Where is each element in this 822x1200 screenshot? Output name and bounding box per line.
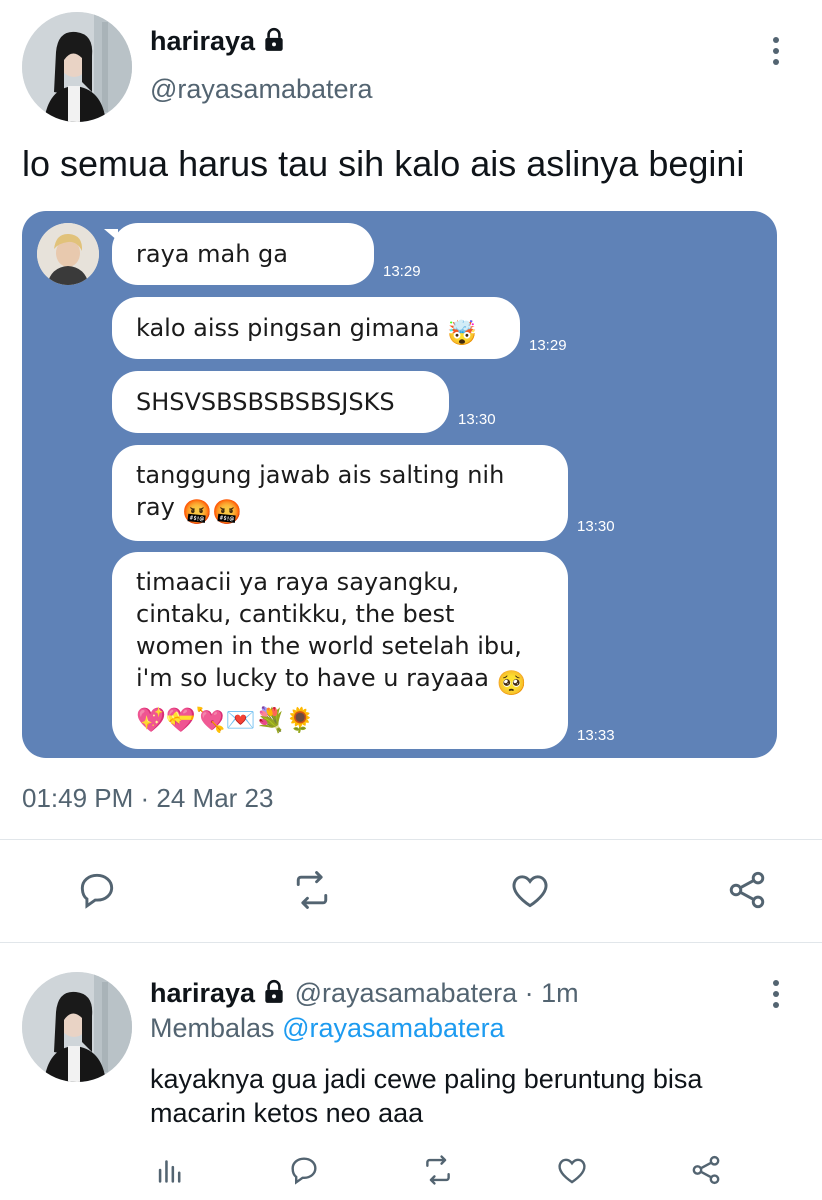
replying-to: Membalas @rayasamabatera [150,1013,505,1044]
message-text-line: timaacii ya raya sayangku, [136,568,460,596]
like-icon [558,1158,586,1184]
lock-icon [265,979,283,1003]
divider [0,839,822,840]
exploding-head-emoji: 🤯 [447,319,478,347]
display-name[interactable]: hariraya [150,26,287,57]
share-button[interactable] [725,868,769,912]
share-icon [692,1155,720,1185]
like-button[interactable] [508,868,552,912]
chat-message-1: raya mah ga aba" [104,223,374,330]
chat-screenshot[interactable]: raya mah ga aba" 13:29 kalo aiss pingsan… [22,211,777,758]
reply-display-name[interactable]: hariraya [150,978,255,1008]
message-text: SHSVSBSBSBSBSJSKS [136,388,395,416]
message-time: 13:30 [458,411,496,428]
reply-text: kayaknya gua jadi cewe paling beruntung … [150,1064,703,1128]
message-time: 13:29 [529,337,567,354]
message-text-line: tanggung jawab ais salting nih [136,461,505,489]
more-options-icon[interactable] [773,37,781,70]
pleading-face-emoji: 🥺 [496,669,527,697]
chat-message-4: tanggung jawab ais salting nih ray 🤬🤬 [112,445,568,541]
analytics-icon [158,1160,181,1183]
chat-contact-avatar [37,223,99,285]
replying-label: Membalas [150,1013,275,1043]
message-time: 13:30 [577,518,615,535]
reply-header: hariraya @rayasamabatera · 1m [150,978,579,1009]
share-button[interactable] [689,1153,723,1187]
message-text-line: cintaku, cantikku, the best [136,600,455,628]
reply-button[interactable] [75,868,119,912]
tweet-timestamp: 01:49 PM · 24 Mar 23 [22,783,274,813]
analytics-button[interactable] [153,1153,187,1187]
chat-message-2: kalo aiss pingsan gimana 🤯 [112,297,520,359]
display-name-text: hariraya [150,26,256,56]
retweet-icon [426,1155,450,1185]
reply-handle-time[interactable]: @rayasamabatera · 1m [295,978,579,1008]
message-text: kalo aiss pingsan gimana [136,314,440,342]
message-time: 13:29 [383,263,421,280]
more-options-icon[interactable] [773,980,781,1013]
retweet-icon [296,871,328,909]
tweet-text: lo semua harus tau sih kalo ais aslinya … [22,143,745,184]
like-button[interactable] [555,1153,589,1187]
retweet-button[interactable] [421,1153,455,1187]
lock-icon [265,27,283,51]
avatar[interactable] [22,12,132,122]
like-icon [512,875,548,908]
chat-message-5: timaacii ya raya sayangku, cintaku, cant… [112,552,568,749]
message-text-line: i'm so lucky to have u rayaaa [136,664,490,692]
hearts-flowers-emoji-row: 💖💝💘💌💐🌻 [136,706,316,734]
reply-button[interactable] [287,1153,321,1187]
reply-avatar[interactable] [22,972,132,1082]
reply-icon [80,873,114,909]
retweet-button[interactable] [290,868,334,912]
reply-icon [291,1157,317,1185]
share-icon [729,871,765,909]
divider [0,942,822,943]
handle[interactable]: @rayasamabatera [150,74,373,105]
angry-face-emoji: 🤬🤬 [182,498,243,526]
message-time: 13:33 [577,727,615,744]
replying-to-mention[interactable]: @rayasamabatera [282,1013,505,1043]
message-text-line: women in the world setelah ibu, [136,632,522,660]
chat-message-3: SHSVSBSBSBSBSJSKS [112,371,449,433]
message-text-line: ray [136,493,175,521]
